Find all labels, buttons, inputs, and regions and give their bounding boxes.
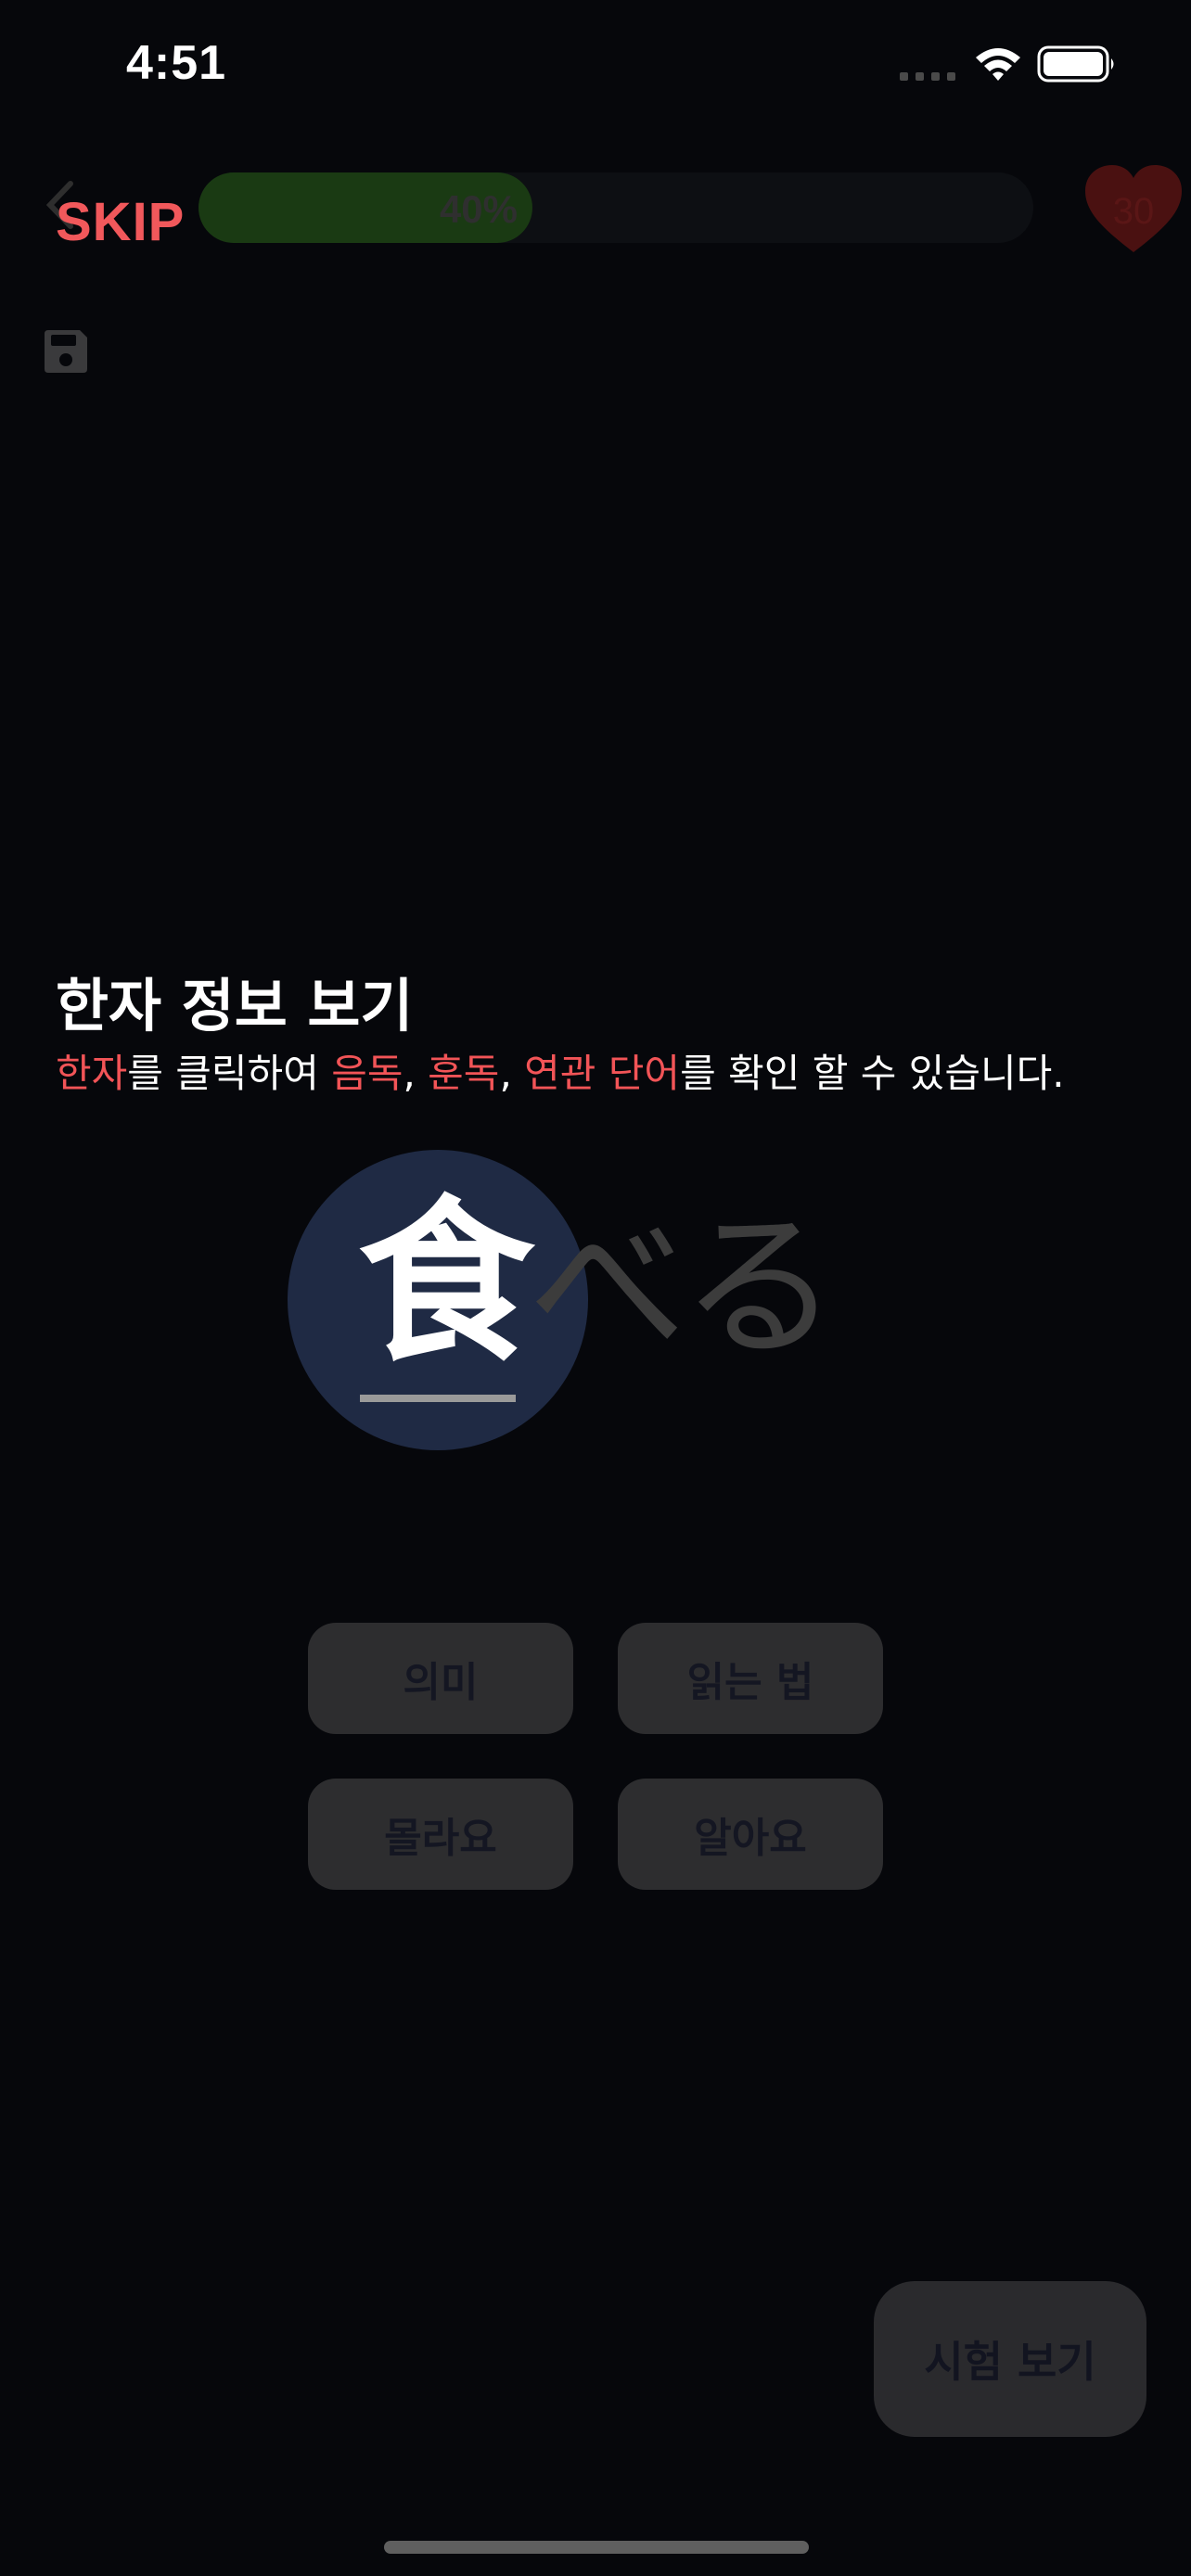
guide-separator: , (403, 1051, 429, 1096)
progress-fill: 40% (198, 172, 532, 243)
wifi-icon (976, 48, 1020, 81)
take-exam-button[interactable]: 시험 보기 (874, 2281, 1146, 2437)
guide-text: 를 확인 할 수 있습니다. (680, 1051, 1065, 1096)
top-nav: SKIP 40% 30 (0, 158, 1191, 269)
kanji-character[interactable]: 食 (358, 1194, 534, 1371)
progress-bar: 40% (198, 172, 1033, 243)
highlight-on-reading: 음독 (331, 1051, 403, 1096)
hearts-counter: 30 (1083, 163, 1184, 256)
progress-label: 40% (439, 187, 518, 231)
kanji-underline (360, 1395, 516, 1402)
reading-button[interactable]: 읽는 법 (618, 1623, 883, 1734)
word-display: 食 べる (288, 1148, 844, 1454)
guide-title: 한자 정보 보기 (56, 972, 414, 1039)
highlight-related-words: 연관 단어 (524, 1051, 681, 1096)
dont-know-button[interactable]: 몰라요 (308, 1779, 573, 1890)
guide-separator: , (499, 1051, 525, 1096)
highlight-kun-reading: 훈독 (428, 1051, 500, 1096)
status-bar: 4:51 (0, 0, 1191, 139)
guide-description: 한자를 클릭하여 음독, 훈독, 연관 단어를 확인 할 수 있습니다. (56, 1042, 1065, 1099)
know-button[interactable]: 알아요 (618, 1779, 883, 1890)
highlight-kanji: 한자 (56, 1051, 128, 1096)
guide-text: 를 클릭하여 (127, 1051, 332, 1096)
battery-icon (1037, 45, 1114, 83)
status-time: 4:51 (126, 36, 227, 90)
home-indicator[interactable] (384, 2541, 809, 2554)
hearts-count: 30 (1112, 191, 1155, 232)
okurigana: べる (529, 1196, 839, 1380)
skip-button[interactable]: SKIP (56, 191, 185, 253)
meaning-button[interactable]: 의미 (308, 1623, 573, 1734)
signal-dots-icon (900, 72, 955, 81)
save-icon[interactable] (41, 326, 91, 376)
